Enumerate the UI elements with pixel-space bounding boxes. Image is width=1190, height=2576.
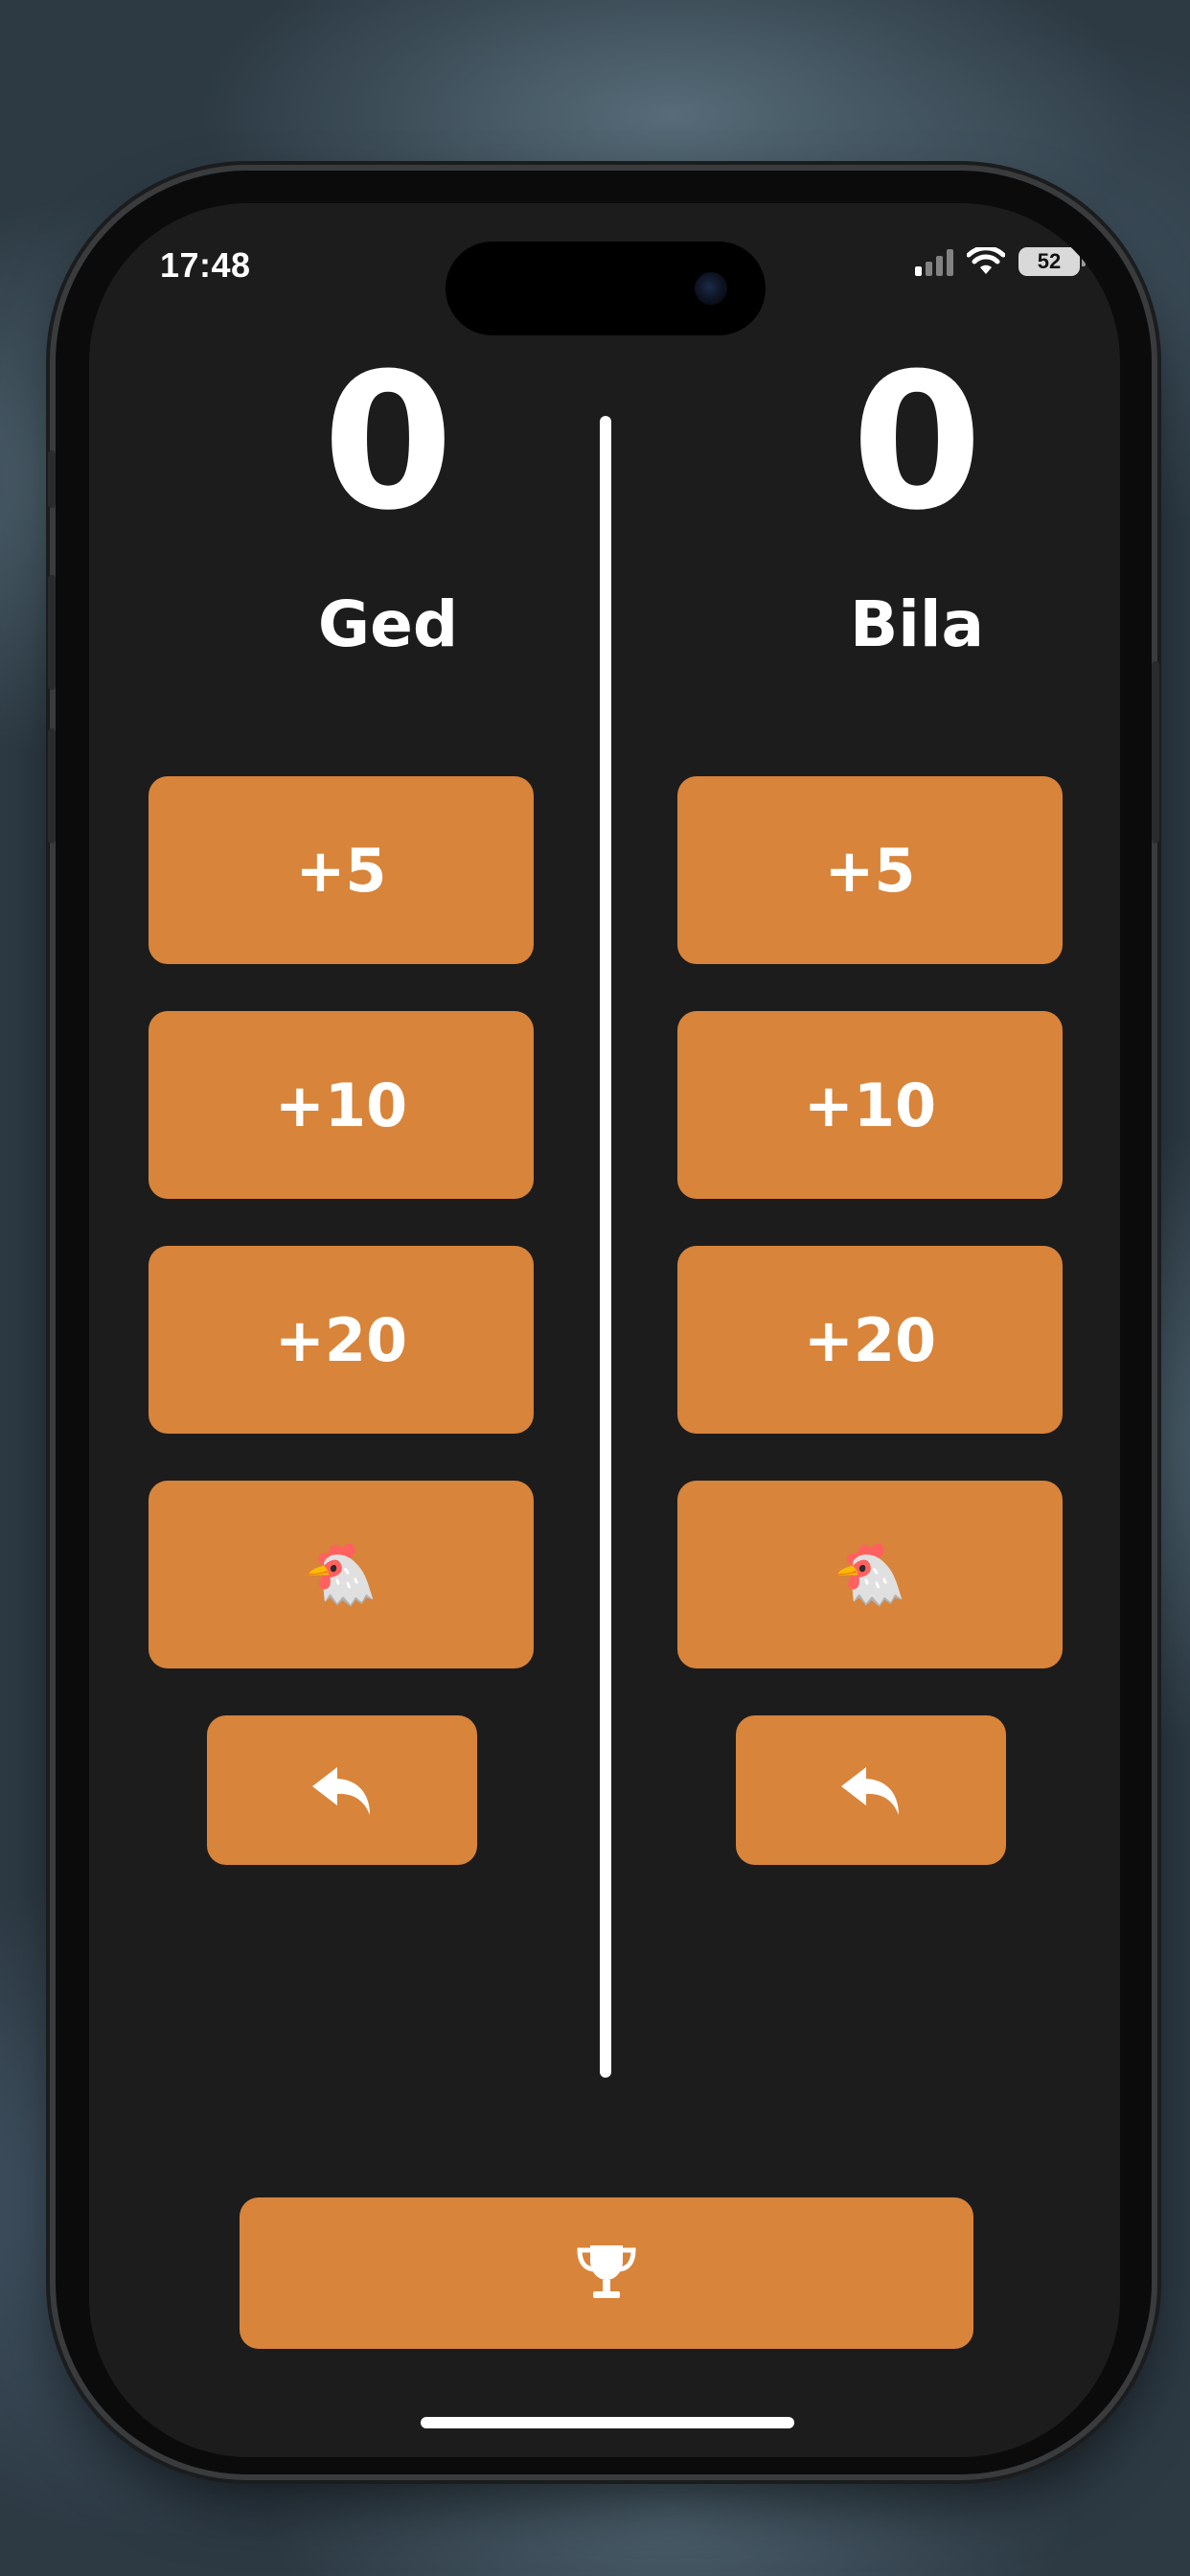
dynamic-island [446, 242, 766, 335]
player-2-add-20-button[interactable]: +20 [677, 1246, 1063, 1434]
status-time: 17:48 [160, 245, 251, 285]
trophy-icon [577, 2245, 636, 2298]
player-2-add-10-button[interactable]: +10 [677, 1011, 1063, 1199]
center-divider [600, 416, 611, 2078]
undo-arrow-icon [312, 1767, 370, 1815]
undo-arrow-icon [841, 1767, 899, 1815]
app-screen: 17:48 52 0 Ged +5 +10 +20 🐔 0 Bila +5 +1… [89, 203, 1120, 2457]
power-button [1152, 661, 1159, 843]
action-button [48, 450, 56, 508]
volume-down-button [48, 728, 56, 843]
signal-icon [915, 247, 953, 276]
player-1-name: Ged [317, 587, 459, 661]
trophy-button[interactable] [240, 2197, 973, 2349]
player-2-add-5-button[interactable]: +5 [677, 776, 1063, 964]
status-indicators: 52 [915, 247, 1086, 276]
wifi-icon [967, 247, 1005, 274]
player-2-undo-button[interactable] [736, 1715, 1006, 1865]
front-camera [695, 272, 727, 305]
player-1-add-20-button[interactable]: +20 [149, 1246, 534, 1434]
player-1-add-5-button[interactable]: +5 [149, 776, 534, 964]
player-1-add-10-button[interactable]: +10 [149, 1011, 534, 1199]
volume-up-button [48, 575, 56, 690]
player-1-chicken-button[interactable]: 🐔 [149, 1481, 534, 1668]
chicken-icon: 🐔 [833, 1539, 907, 1609]
home-indicator[interactable] [421, 2417, 794, 2428]
player-1-undo-button[interactable] [207, 1715, 477, 1865]
chicken-icon: 🐔 [304, 1539, 378, 1609]
battery-icon: 52 [1018, 247, 1086, 276]
player-2-chicken-button[interactable]: 🐔 [677, 1481, 1063, 1668]
player-2-name: Bila [849, 587, 985, 661]
player-1-score: 0 [322, 334, 454, 552]
player-2-score: 0 [851, 334, 983, 552]
